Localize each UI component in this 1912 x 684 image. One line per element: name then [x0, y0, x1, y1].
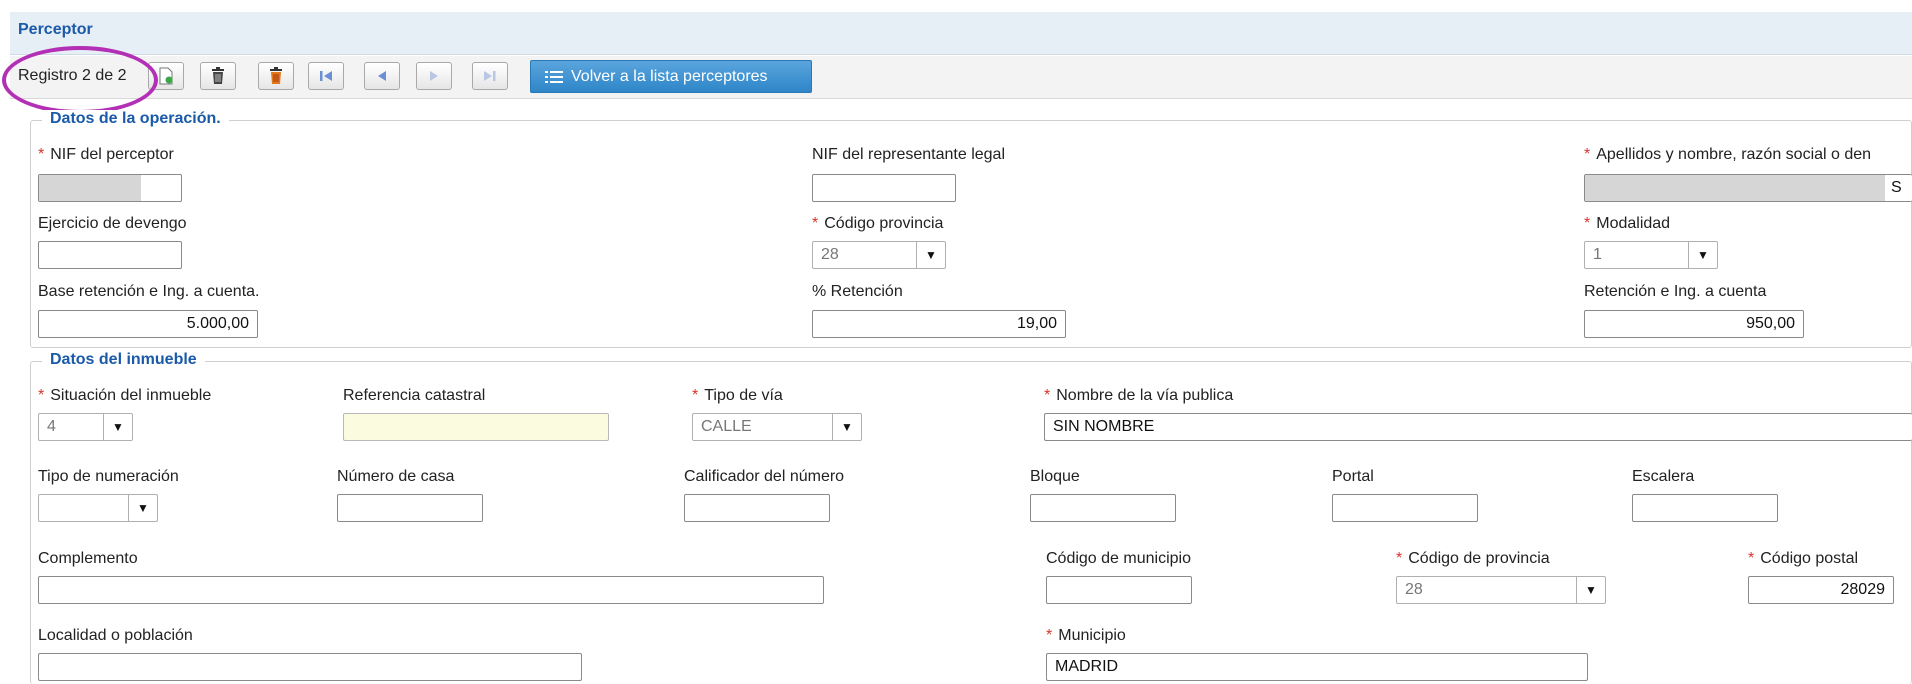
trash-icon [212, 67, 224, 84]
codigo-provincia-inmueble-label: * Código de provincia [1396, 550, 1550, 567]
nif-representante-label: NIF del representante legal [812, 146, 1005, 163]
retencion-input[interactable]: 950,00 [1584, 310, 1804, 338]
trash-colored-icon [270, 67, 282, 84]
modalidad-value: 1 [1593, 246, 1602, 263]
modalidad-select[interactable]: 1 ▼ [1584, 241, 1718, 269]
chevron-down-icon[interactable]: ▼ [916, 242, 945, 268]
situacion-label: * Situación del inmueble [38, 387, 212, 404]
record-toolbar [10, 56, 1912, 99]
chevron-down-icon[interactable]: ▼ [832, 414, 861, 440]
ejercicio-input[interactable] [38, 241, 182, 269]
chevron-down-icon[interactable]: ▼ [103, 414, 132, 440]
municipio-label: * Municipio [1046, 627, 1126, 644]
bloque-label: Bloque [1030, 468, 1080, 485]
pct-retencion-label: % Retención [812, 283, 903, 300]
apellidos-input[interactable]: S [1584, 174, 1912, 202]
chevron-down-icon[interactable]: ▼ [1576, 577, 1605, 603]
inmueble-fieldset [30, 361, 1912, 684]
situacion-select[interactable]: 4 ▼ [38, 413, 133, 441]
tipo-numeracion-value [39, 495, 128, 521]
chevron-down-icon[interactable]: ▼ [1688, 242, 1717, 268]
tipo-numeracion-label: Tipo de numeración [38, 468, 179, 485]
chevron-down-icon[interactable]: ▼ [128, 495, 157, 521]
codigo-provincia-select[interactable]: 28 ▼ [812, 241, 946, 269]
next-icon [430, 71, 438, 81]
first-record-button[interactable] [308, 62, 344, 90]
complemento-input[interactable] [38, 576, 824, 604]
portal-input[interactable] [1332, 494, 1478, 522]
tipo-via-select[interactable]: CALLE ▼ [692, 413, 862, 441]
localidad-input[interactable] [38, 653, 582, 681]
operacion-legend: Datos de la operación. [42, 110, 229, 128]
bloque-input[interactable] [1030, 494, 1176, 522]
situacion-value: 4 [47, 418, 56, 435]
last-record-button[interactable] [472, 62, 508, 90]
base-retencion-input[interactable]: 5.000,00 [38, 310, 258, 338]
codigo-provincia-inmueble-value: 28 [1405, 581, 1423, 598]
delete-all-button[interactable] [258, 62, 294, 90]
portal-label: Portal [1332, 468, 1374, 485]
previous-icon [378, 71, 386, 81]
codigo-municipio-label: Código de municipio [1046, 550, 1191, 567]
nif-representante-input[interactable] [812, 174, 956, 202]
escalera-label: Escalera [1632, 468, 1695, 485]
municipio-input[interactable]: MADRID [1046, 653, 1588, 681]
ejercicio-label: Ejercicio de devengo [38, 215, 187, 232]
last-page-icon [484, 71, 496, 81]
nif-perceptor-label: * NIF del perceptor [38, 146, 174, 163]
base-retencion-label: Base retención e Ing. a cuenta. [38, 283, 260, 300]
pct-retencion-input[interactable]: 19,00 [812, 310, 1066, 338]
ref-catastral-label: Referencia catastral [343, 387, 486, 404]
highlight-annotation [2, 46, 158, 114]
inmueble-legend: Datos del inmueble [42, 351, 205, 369]
codigo-provincia-label: * Código provincia [812, 215, 944, 232]
codigo-municipio-input[interactable] [1046, 576, 1192, 604]
complemento-label: Complemento [38, 550, 138, 567]
apellidos-label: * Apellidos y nombre, razón social o den [1584, 146, 1872, 163]
back-to-list-label: Volver a la lista perceptores [571, 67, 768, 85]
tipo-numeracion-select[interactable]: ▼ [38, 494, 158, 522]
delete-button[interactable] [200, 62, 236, 90]
retencion-label: Retención e Ing. a cuenta [1584, 283, 1767, 300]
calificador-input[interactable] [684, 494, 830, 522]
nombre-via-input[interactable]: SIN NOMBRE [1044, 413, 1912, 441]
calificador-label: Calificador del número [684, 468, 845, 485]
codigo-postal-input[interactable]: 28029 [1748, 576, 1894, 604]
numero-casa-input[interactable] [337, 494, 483, 522]
ref-catastral-input[interactable] [343, 413, 609, 441]
back-to-list-button[interactable]: Volver a la lista perceptores [530, 60, 812, 93]
section-header [10, 12, 1912, 55]
apellidos-value-tail: S [1891, 179, 1902, 196]
codigo-postal-label: * Código postal [1748, 550, 1859, 567]
new-document-icon [159, 67, 173, 85]
previous-record-button[interactable] [364, 62, 400, 90]
nif-perceptor-input[interactable] [38, 174, 182, 202]
redacted-value [1585, 175, 1885, 201]
codigo-provincia-value: 28 [821, 246, 839, 263]
numero-casa-label: Número de casa [337, 468, 455, 485]
next-record-button[interactable] [416, 62, 452, 90]
page-title: Perceptor [18, 21, 93, 38]
tipo-via-label: * Tipo de vía [692, 387, 783, 404]
escalera-input[interactable] [1632, 494, 1778, 522]
codigo-provincia-inmueble-select[interactable]: 28 ▼ [1396, 576, 1606, 604]
redacted-value [39, 175, 141, 201]
tipo-via-value: CALLE [701, 418, 752, 435]
list-icon [545, 70, 563, 83]
modalidad-label: * Modalidad [1584, 215, 1671, 232]
nombre-via-label: * Nombre de la vía publica [1044, 387, 1234, 404]
localidad-label: Localidad o población [38, 627, 193, 644]
first-page-icon [320, 71, 332, 81]
